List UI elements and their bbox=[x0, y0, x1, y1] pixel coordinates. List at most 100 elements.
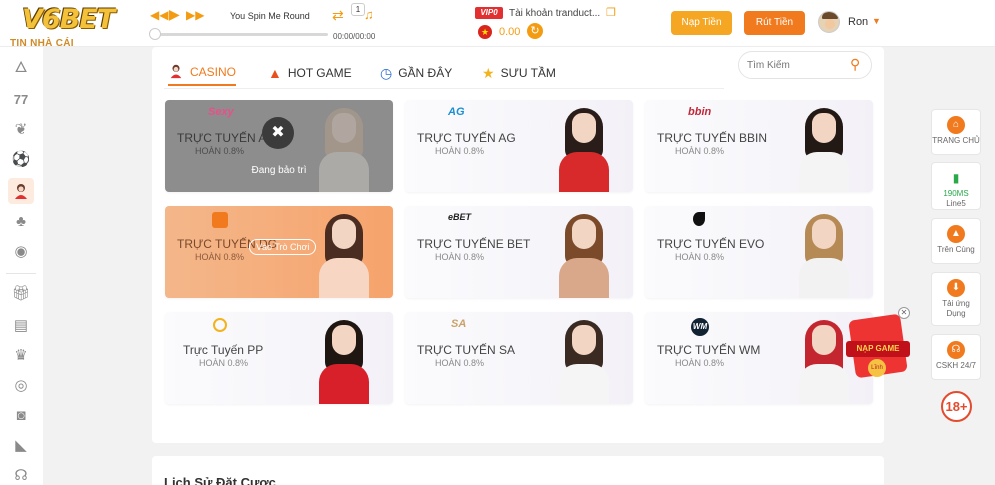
balance: 0.00 bbox=[499, 26, 521, 38]
card-rebate: HOÀN 0.8% bbox=[435, 358, 485, 368]
play-game-button[interactable]: Vào Trò Chơi bbox=[249, 239, 317, 255]
brand-logo: Sexy bbox=[208, 106, 234, 118]
card-rebate: HOÀN 0.8% bbox=[675, 146, 725, 156]
game-card-evo[interactable]: TRỰC TUYẾN EVO HOÀN 0.8% bbox=[645, 206, 873, 298]
dealer-image bbox=[553, 318, 615, 404]
refresh-balance-icon[interactable]: ↻ bbox=[527, 23, 543, 39]
vip-icon[interactable]: ♛ bbox=[8, 343, 34, 369]
casino-icon[interactable] bbox=[8, 178, 34, 204]
card-title: TRỰC TUYẾN SA bbox=[417, 343, 516, 357]
account-info: VIP0 Tài khoản tranduct... ❐ ★ 0.00 ↻ bbox=[475, 6, 635, 42]
support-button[interactable]: ☊ CSKH 24/7 bbox=[931, 334, 981, 380]
dealer-image bbox=[553, 106, 615, 192]
card-rebate: HOÀN 0.8% bbox=[199, 358, 249, 368]
withdraw-button[interactable]: Rút Tiền bbox=[744, 11, 805, 35]
support-label: CSKH 24/7 bbox=[935, 361, 977, 370]
previous-icon[interactable]: ◀◀ bbox=[150, 8, 168, 22]
search-input[interactable] bbox=[747, 57, 847, 73]
game-card-wm[interactable]: WM TRỰC TUYẾN WM HOÀN 0.8% bbox=[645, 312, 873, 404]
song-title: You Spin Me Round bbox=[230, 11, 310, 21]
site-logo[interactable]: V6BET bbox=[22, 4, 128, 38]
dealer-image bbox=[793, 106, 855, 192]
scroll-top-button[interactable]: ▲ Trên Cùng bbox=[931, 218, 981, 264]
medal-icon[interactable]: ◎ bbox=[8, 373, 34, 399]
dealer-image bbox=[313, 106, 375, 192]
signal-icon: ▮ bbox=[947, 169, 965, 187]
calendar-icon[interactable]: ▤ bbox=[8, 313, 34, 339]
close-icon[interactable]: ✕ bbox=[898, 307, 910, 319]
fire-icon[interactable]: 🜂 bbox=[8, 55, 34, 81]
search-box[interactable]: ⚲ bbox=[738, 51, 872, 79]
dealer-image bbox=[313, 212, 375, 298]
clock-icon: ◷ bbox=[380, 64, 393, 81]
search-icon[interactable]: ⚲ bbox=[850, 56, 860, 73]
category-tabs: CASINO ▲ HOT GAME ◷ GẦN ĐÂY ★ SƯU TẦM bbox=[164, 55, 724, 89]
dealer-image bbox=[313, 318, 375, 404]
progress-knob[interactable] bbox=[149, 28, 161, 40]
bet-history-title: Lịch Sử Đặt Cược bbox=[164, 475, 276, 485]
card-rebate: HOÀN 0.8% bbox=[675, 358, 725, 368]
play-icon[interactable]: ▶ bbox=[169, 6, 180, 23]
games-panel: CASINO ▲ HOT GAME ◷ GẦN ĐÂY ★ SƯU TẦM ⚲ … bbox=[152, 47, 884, 443]
account-name: Tài khoản tranduct... bbox=[509, 8, 601, 19]
tab-hot-game[interactable]: ▲ HOT GAME bbox=[268, 60, 352, 86]
gift-icon[interactable]: 🎁︎ bbox=[8, 281, 34, 307]
next-icon[interactable]: ▶▶ bbox=[186, 8, 204, 22]
tab-recent[interactable]: ◷ GẦN ĐÂY bbox=[380, 60, 452, 86]
soccer-icon[interactable]: ⚽ bbox=[8, 147, 34, 173]
lottery-icon[interactable]: 77 bbox=[8, 87, 34, 113]
progress-track[interactable] bbox=[150, 33, 328, 36]
tab-casino[interactable]: CASINO bbox=[168, 60, 237, 86]
brand-logo: WM bbox=[691, 318, 709, 336]
card-rebate: HOÀN 0.8% bbox=[435, 252, 485, 262]
latency-label: 190MS bbox=[943, 189, 969, 198]
dealer-image bbox=[553, 212, 615, 298]
tab-favorites[interactable]: ★ SƯU TẦM bbox=[482, 60, 556, 86]
repeat-icon[interactable]: ⇄ bbox=[332, 7, 344, 24]
game-card-ebet[interactable]: eBET TRỰC TUYẾNE BET HOÀN 0.8% bbox=[405, 206, 633, 298]
queue-count: 1 bbox=[351, 3, 365, 16]
playback-time: 00:00/00:00 bbox=[333, 32, 376, 41]
flame-icon: ▲ bbox=[268, 65, 282, 81]
copy-icon[interactable]: ❐ bbox=[606, 6, 616, 19]
game-card-sa[interactable]: SA TRỰC TUYẾN SA HOÀN 0.8% bbox=[405, 312, 633, 404]
headset-icon: ☊ bbox=[947, 341, 965, 359]
maintenance-text: Đang bảo trì bbox=[251, 165, 307, 176]
deposit-button[interactable]: Nạp Tiền bbox=[671, 11, 732, 35]
card-title: TRỰC TUYẾN BBIN bbox=[657, 131, 768, 145]
game-card-pp[interactable]: Trực Tuyến PP HOÀN 0.8% bbox=[165, 312, 393, 404]
camera-icon[interactable]: ◙ bbox=[8, 403, 34, 429]
line-label: Line5 bbox=[946, 199, 966, 208]
logo-text: V6BET bbox=[22, 4, 115, 35]
dealer-image bbox=[793, 212, 855, 298]
megaphone-icon[interactable]: ◣ bbox=[8, 433, 34, 459]
tab-label: SƯU TẦM bbox=[500, 66, 556, 80]
game-card-dg[interactable]: TRỰC TUYẾN DG HOÀN 0.8% Vào Trò Chơi bbox=[165, 206, 393, 298]
cockfight-icon[interactable]: ❦ bbox=[8, 117, 34, 143]
card-title: TRỰC TUYẾN AG bbox=[417, 131, 516, 145]
star-icon: ★ bbox=[482, 64, 495, 81]
maintenance-icon: ✖ bbox=[262, 117, 294, 149]
age-restriction-badge: 18+ bbox=[941, 391, 972, 422]
card-rebate: HOÀN 0.8% bbox=[195, 146, 245, 156]
vietnam-flag-icon: ★ bbox=[478, 25, 492, 39]
line-selector[interactable]: ▮ 190MS Line5 bbox=[931, 162, 981, 210]
brand-logo: eBET bbox=[448, 212, 472, 222]
promo-popup[interactable]: NẠP GAME Lĩnh ✕ bbox=[840, 307, 912, 383]
playlist-icon[interactable]: ♫ bbox=[364, 7, 374, 22]
headset-icon[interactable]: ☊ bbox=[8, 463, 34, 485]
cards-icon[interactable]: ♣ bbox=[8, 209, 34, 235]
home-button[interactable]: ⌂ TRANG CHỦ bbox=[931, 109, 981, 155]
brand-logo: AG bbox=[448, 106, 465, 118]
game-card-bbin[interactable]: bbin TRỰC TUYẾN BBIN HOÀN 0.8% bbox=[645, 100, 873, 192]
download-app-button[interactable]: ⬇ Tải ứng Dụng bbox=[931, 272, 981, 326]
game-card-ae[interactable]: Sexy TRỰC TUYẾN AE HOÀN 0.8% ✖ Đang bảo … bbox=[165, 100, 393, 192]
dealer-icon bbox=[168, 63, 184, 82]
game-card-ag[interactable]: AG TRỰC TUYẾN AG HOÀN 0.8% bbox=[405, 100, 633, 192]
caret-down-icon: ▼ bbox=[872, 16, 881, 26]
music-player: ◀◀ ▶ ▶▶ You Spin Me Round ⇄ 1 ♫ 00:00/00… bbox=[149, 3, 400, 42]
tab-label: HOT GAME bbox=[287, 66, 352, 80]
fish-icon[interactable]: ◉ bbox=[8, 239, 34, 265]
card-rebate: HOÀN 0.8% bbox=[435, 146, 485, 156]
card-title: TRỰC TUYẾN AE bbox=[177, 131, 275, 145]
